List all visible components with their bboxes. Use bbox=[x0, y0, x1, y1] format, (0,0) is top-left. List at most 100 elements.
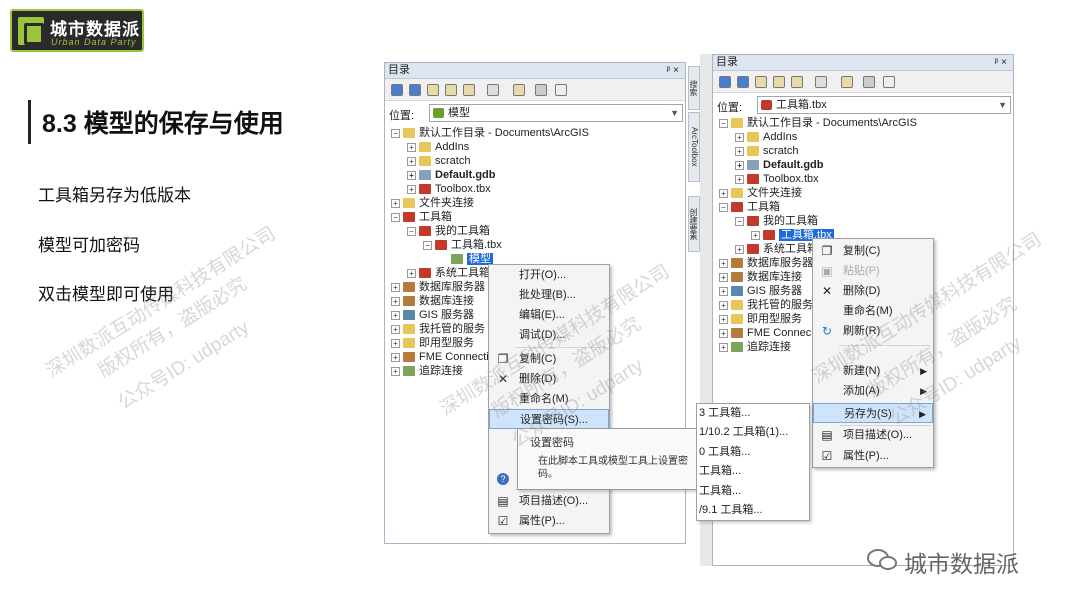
tree-item-tracking[interactable]: + 追踪连接 bbox=[391, 364, 463, 378]
chevron-down-icon[interactable]: ▼ bbox=[670, 105, 679, 121]
expand-icon[interactable]: + bbox=[719, 258, 728, 268]
expand-icon[interactable]: + bbox=[407, 170, 416, 180]
tree-item-ready-services[interactable]: + 即用型服务 bbox=[391, 336, 474, 350]
tree-item-model[interactable]: 模型 bbox=[451, 252, 493, 266]
menu-edit[interactable]: 编辑(E)... bbox=[489, 305, 609, 325]
expand-icon[interactable]: + bbox=[391, 198, 400, 208]
submenu-version-item[interactable]: 0 工具箱... bbox=[697, 443, 809, 462]
menu-refresh[interactable]: ↻ 刷新(R) bbox=[813, 321, 933, 341]
menu-debug[interactable]: 调试(D)... bbox=[489, 325, 609, 345]
tree-item-gis-servers[interactable]: + GIS 服务器 bbox=[719, 284, 802, 298]
back-icon[interactable] bbox=[719, 76, 731, 88]
view-icon[interactable] bbox=[815, 76, 827, 88]
expand-icon[interactable]: + bbox=[407, 156, 416, 166]
tree-item-folder-connections[interactable]: + 文件夹连接 bbox=[391, 196, 474, 210]
expand-icon[interactable]: + bbox=[735, 244, 744, 254]
expand-icon[interactable]: + bbox=[719, 314, 728, 324]
forward-icon[interactable] bbox=[409, 84, 421, 96]
expand-icon[interactable]: + bbox=[391, 352, 400, 362]
expand-icon[interactable]: + bbox=[391, 310, 400, 320]
tree-item-toolboxes[interactable]: − 工具箱 bbox=[719, 200, 780, 214]
tree-item-root[interactable]: − 默认工作目录 - Documents\ArcGIS bbox=[719, 116, 917, 130]
expand-icon[interactable]: + bbox=[719, 300, 728, 310]
tree-item-ready-services[interactable]: + 即用型服务 bbox=[719, 312, 802, 326]
up-folder-icon[interactable] bbox=[427, 84, 439, 96]
tree-item-db-connections[interactable]: + 数据库连接 bbox=[391, 294, 474, 308]
side-tab-arctoolbox[interactable]: ArcToolbox bbox=[688, 112, 700, 182]
back-icon[interactable] bbox=[391, 84, 403, 96]
expand-icon[interactable]: + bbox=[751, 230, 760, 240]
menu-save-as[interactable]: 另存为(S) ▶ bbox=[813, 403, 933, 423]
menu-item-description[interactable]: ▤ 项目描述(O)... bbox=[489, 491, 609, 511]
home-icon[interactable] bbox=[773, 76, 785, 88]
menu-add[interactable]: 添加(A) ▶ bbox=[813, 381, 933, 401]
list-icon[interactable] bbox=[883, 76, 895, 88]
expand-icon[interactable]: + bbox=[391, 338, 400, 348]
menu-delete[interactable]: ✕ 删除(D) bbox=[813, 281, 933, 301]
forward-icon[interactable] bbox=[737, 76, 749, 88]
collapse-icon[interactable]: − bbox=[391, 128, 400, 138]
tree-item-tbx[interactable]: − 工具箱.tbx bbox=[423, 238, 502, 252]
menu-delete[interactable]: ✕ 删除(D) bbox=[489, 369, 609, 389]
expand-icon[interactable]: + bbox=[391, 324, 400, 334]
side-tab-create-features[interactable]: 创建要素 bbox=[688, 196, 700, 252]
tree-item-toolbox-tbx[interactable]: + Toolbox.tbx bbox=[407, 182, 491, 196]
tree-item-db-servers[interactable]: + 数据库服务器 bbox=[719, 256, 813, 270]
tree-item-fme[interactable]: + FME Connecti bbox=[391, 350, 489, 364]
collapse-icon[interactable]: − bbox=[719, 202, 728, 212]
submenu-version-item[interactable]: 工具箱... bbox=[697, 462, 809, 481]
menu-set-password[interactable]: 设置密码(S)... bbox=[489, 409, 609, 429]
options-icon[interactable] bbox=[863, 76, 875, 88]
expand-icon[interactable]: + bbox=[719, 272, 728, 282]
expand-icon[interactable]: + bbox=[735, 132, 744, 142]
expand-icon[interactable]: + bbox=[719, 328, 728, 338]
tree-item-gis-servers[interactable]: + GIS 服务器 bbox=[391, 308, 474, 322]
expand-icon[interactable]: + bbox=[719, 188, 728, 198]
right-location-field[interactable]: 工具箱.tbx ▼ bbox=[757, 96, 1011, 114]
expand-icon[interactable]: + bbox=[735, 146, 744, 156]
left-pin-close-icon[interactable]: ᵖ × bbox=[667, 63, 679, 78]
expand-icon[interactable]: + bbox=[391, 366, 400, 376]
tree-item-toolboxes[interactable]: − 工具箱 bbox=[391, 210, 452, 224]
tree-item-default-gdb[interactable]: + Default.gdb bbox=[735, 158, 824, 172]
tree-item-system-toolboxes[interactable]: + 系统工具箱 bbox=[407, 266, 490, 280]
menu-copy[interactable]: ❐ 复制(C) bbox=[813, 241, 933, 261]
tree-item-folder-connections[interactable]: + 文件夹连接 bbox=[719, 186, 802, 200]
menu-item-description[interactable]: ▤ 项目描述(O)... bbox=[813, 425, 933, 445]
tree-item-scratch[interactable]: + scratch bbox=[735, 144, 798, 158]
tree-item-scratch[interactable]: + scratch bbox=[407, 154, 470, 168]
refresh-icon[interactable] bbox=[791, 76, 803, 88]
menu-properties[interactable]: ☑ 属性(P)... bbox=[489, 511, 609, 531]
tree-item-my-toolboxes[interactable]: − 我的工具箱 bbox=[407, 224, 490, 238]
expand-icon[interactable]: + bbox=[719, 286, 728, 296]
side-tab-search[interactable]: 搜索 bbox=[688, 66, 700, 110]
collapse-icon[interactable]: − bbox=[391, 212, 400, 222]
tree-item-my-toolboxes[interactable]: − 我的工具箱 bbox=[735, 214, 818, 228]
tree-item-my-hosted-services[interactable]: + 我托管的服务 bbox=[391, 322, 485, 336]
list-icon[interactable] bbox=[555, 84, 567, 96]
tree-item-tracking[interactable]: + 追踪连接 bbox=[719, 340, 791, 354]
menu-rename[interactable]: 重命名(M) bbox=[813, 301, 933, 321]
menu-paste[interactable]: ▣ 粘贴(P) bbox=[813, 261, 933, 281]
left-location-field[interactable]: 模型 ▼ bbox=[429, 104, 683, 122]
submenu-version-item[interactable]: 1/10.2 工具箱(1)... bbox=[697, 423, 809, 442]
up-folder-icon[interactable] bbox=[755, 76, 767, 88]
expand-icon[interactable]: + bbox=[407, 268, 416, 278]
tree-item-system-toolboxes[interactable]: + 系统工具箱 bbox=[735, 242, 818, 256]
menu-new[interactable]: 新建(N) ▶ bbox=[813, 361, 933, 381]
collapse-icon[interactable]: − bbox=[719, 118, 728, 128]
connect-folder-icon[interactable] bbox=[841, 76, 853, 88]
submenu-version-item[interactable]: 3 工具箱... bbox=[697, 404, 809, 423]
tree-item-db-servers[interactable]: + 数据库服务器 bbox=[391, 280, 485, 294]
options-icon[interactable] bbox=[535, 84, 547, 96]
expand-icon[interactable]: + bbox=[391, 296, 400, 306]
collapse-icon[interactable]: − bbox=[423, 240, 432, 250]
tree-item-db-connections[interactable]: + 数据库连接 bbox=[719, 270, 802, 284]
collapse-icon[interactable]: − bbox=[735, 216, 744, 226]
tree-item-root[interactable]: − 默认工作目录 - Documents\ArcGIS bbox=[391, 126, 589, 140]
tree-item-my-hosted-services[interactable]: + 我托管的服务 bbox=[719, 298, 813, 312]
expand-icon[interactable]: + bbox=[407, 184, 416, 194]
collapse-icon[interactable]: − bbox=[407, 226, 416, 236]
expand-icon[interactable]: + bbox=[391, 282, 400, 292]
refresh-icon[interactable] bbox=[463, 84, 475, 96]
